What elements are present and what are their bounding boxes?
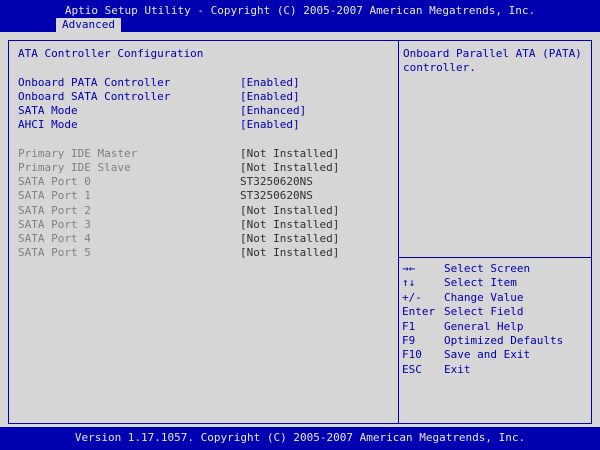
key-row-exit: ESC Exit [402, 363, 588, 377]
device-label: SATA Port 2 [18, 204, 91, 217]
arrows-up-down-icon: ↑↓ [402, 276, 416, 290]
setting-value[interactable]: [Enhanced] [240, 104, 306, 118]
device-value: [Not Installed] [240, 204, 340, 217]
key-description: Optimized Defaults [444, 333, 564, 347]
device-label: SATA Port 3 [18, 218, 91, 231]
key-row-optimized-defaults: F9 Optimized Defaults [402, 334, 588, 348]
key-name: F1 [402, 319, 416, 333]
device-row-sata-port-1: SATA Port 1 ST3250620NS [18, 189, 338, 203]
device-value: [Not Installed] [240, 232, 340, 245]
key-description: Exit [444, 362, 471, 376]
key-description: Select Item [444, 276, 517, 290]
help-text: Onboard Parallel ATA (PATA) controller. [403, 47, 582, 74]
key-row-general-help: F1 General Help [402, 320, 588, 334]
key-name: Enter [402, 305, 436, 319]
setting-row-onboard-pata[interactable]: Onboard PATA Controller [Enabled] [18, 76, 338, 90]
key-row-select-field: Enter Select Field [402, 305, 588, 319]
key-row-change-value: +/- Change Value [402, 291, 588, 305]
setting-row-onboard-sata[interactable]: Onboard SATA Controller [Enabled] [18, 90, 338, 104]
setting-label: Onboard SATA Controller [18, 90, 171, 103]
device-row-primary-ide-master: Primary IDE Master [Not Installed] [18, 147, 340, 161]
setting-value[interactable]: [Enabled] [240, 118, 300, 132]
device-label: Primary IDE Master [18, 147, 138, 160]
help-divider [398, 257, 592, 258]
arrows-left-right-icon: →← [402, 262, 416, 275]
version-text: Version 1.17.1057. Copyright (C) 2005-20… [74, 431, 526, 444]
device-value: [Not Installed] [240, 147, 340, 160]
device-row-sata-port-2: SATA Port 2 [Not Installed] [18, 204, 340, 218]
tab-advanced[interactable]: Advanced [56, 18, 121, 32]
key-legend: →← Select Screen ↑↓ Select Item +/- Chan… [402, 262, 588, 377]
device-label: SATA Port 4 [18, 232, 91, 245]
device-row-sata-port-0: SATA Port 0 ST3250620NS [18, 175, 338, 189]
key-name: F10 [402, 348, 422, 362]
key-description: Save and Exit [444, 348, 531, 362]
key-description: Select Screen [444, 262, 531, 275]
key-row-select-item: ↑↓ Select Item [402, 276, 588, 290]
window-title: Aptio Setup Utility - Copyright (C) 2005… [64, 4, 536, 17]
setting-label: Onboard PATA Controller [18, 76, 171, 89]
key-name: +/- [402, 290, 422, 304]
key-name: F9 [402, 333, 416, 347]
setting-label: SATA Mode [18, 104, 78, 117]
key-row-save-and-exit: F10 Save and Exit [402, 348, 588, 362]
footer-bar: Version 1.17.1057. Copyright (C) 2005-20… [0, 427, 600, 450]
device-label: Primary IDE Slave [18, 161, 131, 174]
device-row-sata-port-4: SATA Port 4 [Not Installed] [18, 232, 340, 246]
device-label: SATA Port 1 [18, 189, 91, 202]
device-row-sata-port-3: SATA Port 3 [Not Installed] [18, 218, 340, 232]
section-title: ATA Controller Configuration [18, 47, 204, 60]
device-value: [Not Installed] [240, 218, 340, 231]
key-description: General Help [444, 319, 524, 333]
device-value: ST3250620NS [240, 189, 313, 202]
setting-value[interactable]: [Enabled] [240, 76, 300, 90]
device-value: [Not Installed] [240, 161, 340, 174]
setting-row-ahci-mode[interactable]: AHCI Mode [Enabled] [18, 118, 338, 132]
device-label: SATA Port 5 [18, 246, 91, 259]
device-label: SATA Port 0 [18, 175, 91, 188]
setting-label: AHCI Mode [18, 118, 78, 131]
key-row-select-screen: →← Select Screen [402, 262, 588, 276]
key-description: Select Field [444, 305, 524, 319]
device-row-sata-port-5: SATA Port 5 [Not Installed] [18, 246, 340, 260]
device-value: ST3250620NS [240, 175, 313, 188]
key-description: Change Value [444, 290, 524, 304]
setting-value[interactable]: [Enabled] [240, 90, 300, 104]
device-value: [Not Installed] [240, 246, 340, 259]
key-name: ESC [402, 362, 422, 376]
title-bar: Aptio Setup Utility - Copyright (C) 2005… [0, 0, 600, 32]
device-row-primary-ide-slave: Primary IDE Slave [Not Installed] [18, 161, 340, 175]
setting-row-sata-mode[interactable]: SATA Mode [Enhanced] [18, 104, 338, 118]
